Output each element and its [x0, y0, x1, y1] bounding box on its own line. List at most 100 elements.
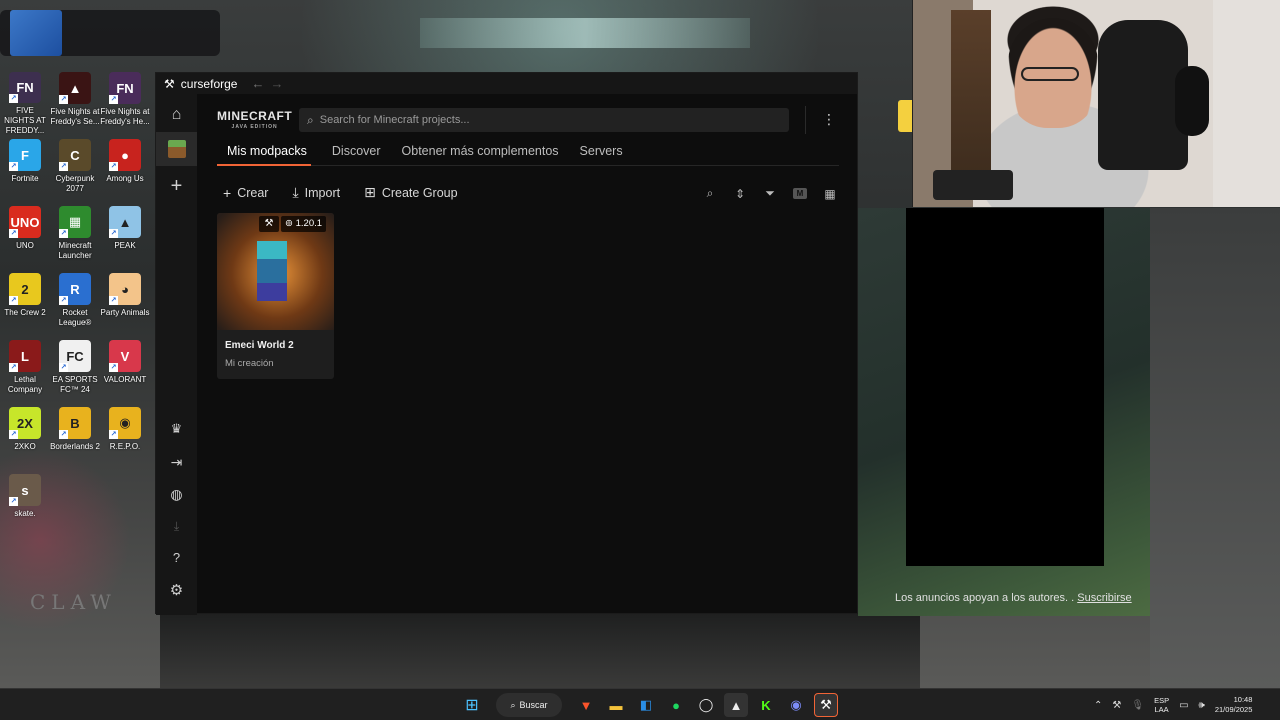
- taskbar-search[interactable]: ⌕ Buscar: [496, 693, 562, 717]
- desktop-icon[interactable]: UNO ↗ UNO: [0, 202, 50, 269]
- desktop-icon[interactable]: 2 ↗ The Crew 2: [0, 269, 50, 336]
- spotify-icon[interactable]: ●: [664, 693, 688, 717]
- app-icon: FN ↗: [109, 72, 141, 104]
- desktop-icon[interactable]: F ↗ Fortnite: [0, 135, 50, 202]
- tab-mis-modpacks[interactable]: Mis modpacks: [217, 139, 311, 166]
- desktop-icon-label: The Crew 2: [4, 308, 46, 317]
- login-icon[interactable]: ⇥: [156, 445, 197, 479]
- network-icon[interactable]: ▭: [1179, 700, 1188, 711]
- curseforge-window: ⚒ curseforge ← → ⌂ + ♛ ⇥ ◍ ⤓ ? ⚙ MINECRA…: [155, 72, 858, 615]
- discord-icon[interactable]: ◉: [784, 693, 808, 717]
- curseforge-taskbar-icon[interactable]: ⚒: [814, 693, 838, 717]
- app-glyph: V: [120, 348, 130, 364]
- desktop-icon[interactable]: ▲ ↗ PEAK: [100, 202, 150, 269]
- create-group-button[interactable]: ⊞ Create Group: [364, 184, 457, 201]
- desktop-icon-label: Five Nights at Freddy's He...: [100, 107, 150, 126]
- desktop-icons: FN ↗ FIVE NIGHTS AT FREDDY... ▲ ↗ Five Nights…: [0, 68, 152, 537]
- tab-discover[interactable]: Discover: [332, 139, 381, 166]
- desktop-icon-label: Five Nights at Freddy's Se...: [50, 107, 100, 126]
- curseforge-tray-icon[interactable]: ⚒: [1112, 700, 1121, 711]
- create-label: Crear: [237, 185, 269, 200]
- app-icon: s ↗: [9, 474, 41, 506]
- whatsapp-icon[interactable]: ◯: [694, 693, 718, 717]
- desktop-icon[interactable]: ● ↗ Among Us: [100, 135, 150, 202]
- back-arrow-icon[interactable]: ←: [251, 76, 264, 91]
- crown-icon[interactable]: ♛: [156, 412, 197, 446]
- filter-icon[interactable]: ⏷: [763, 186, 777, 201]
- desktop-icon[interactable]: ▦ ↗ Minecraft Launcher: [50, 202, 100, 269]
- grid-view-icon[interactable]: ▦: [823, 187, 837, 201]
- desktop-icon[interactable]: ▲ ↗ Five Nights at Freddy's Se...: [50, 68, 100, 135]
- app-glyph: 2: [21, 281, 29, 297]
- import-button[interactable]: ⤓ Import: [292, 184, 340, 201]
- app-icon: ● ↗: [109, 139, 141, 171]
- desktop-icon[interactable]: FN ↗ Five Nights at Freddy's He...: [100, 68, 150, 135]
- ad-footer: Los anuncios apoyan a los autores. . Sus…: [895, 592, 1132, 604]
- subscribe-link[interactable]: Suscribirse: [1077, 592, 1131, 604]
- download-icon[interactable]: ⤓: [156, 509, 197, 543]
- app-glyph: ▲: [68, 80, 82, 96]
- desktop-icon-label: UNO: [16, 241, 34, 250]
- forward-arrow-icon[interactable]: →: [270, 76, 283, 91]
- windows-start-icon[interactable]: ⊞: [460, 693, 484, 717]
- gamepad-icon: ⊚: [285, 218, 296, 229]
- search-bar[interactable]: ⌕: [299, 108, 789, 132]
- taskbar: ⊞ ⌕ Buscar ▼ ▬ ◧ ● ◯ ▲ K ◉ ⚒ ⌃ ⚒ 🎙︎ ESP …: [0, 688, 1280, 720]
- language-indicator[interactable]: ESP LAA: [1154, 696, 1169, 714]
- desktop-icon-label: PEAK: [114, 241, 136, 250]
- modpack-card[interactable]: ⚒ ⊚ 1.20.1 Emeci World 2 Mi creación: [217, 213, 334, 379]
- create-button[interactable]: + Crear: [223, 185, 268, 201]
- top-notification[interactable]: [0, 10, 220, 56]
- chevron-up-icon[interactable]: ⌃: [1094, 700, 1102, 711]
- desktop-icon-label: R.E.P.O.: [109, 442, 141, 451]
- desktop-icon[interactable]: ◕ ↗ Party Animals: [100, 269, 150, 336]
- view-size-badge[interactable]: M: [793, 188, 807, 199]
- shortcut-arrow-icon: ↗: [9, 363, 18, 372]
- clock[interactable]: 10:48 21/09/2025: [1215, 695, 1253, 715]
- desktop-icon[interactable]: FN ↗ FIVE NIGHTS AT FREDDY...: [0, 68, 50, 135]
- desktop-icon[interactable]: C ↗ Cyberpunk 2077: [50, 135, 100, 202]
- desktop-icon[interactable]: V ↗ VALORANT: [100, 336, 150, 403]
- group-icon: ⊞: [364, 184, 376, 200]
- tab-obtener-complementos[interactable]: Obtener más complementos: [402, 139, 559, 166]
- modpack-toolbar: + Crear ⤓ Import ⊞ Create Group: [223, 184, 458, 201]
- desktop-icon[interactable]: FC ↗ EA SPORTS FC™ 24: [50, 336, 100, 403]
- desktop-icon[interactable]: s ↗ skate.: [0, 470, 50, 537]
- home-icon[interactable]: ⌂: [156, 98, 197, 132]
- shortcut-arrow-icon: ↗: [9, 497, 18, 506]
- desktop-icon-label: Fortnite: [11, 174, 39, 183]
- sidebar-item-minecraft[interactable]: [156, 132, 197, 166]
- desktop-icon-label: EA SPORTS FC™ 24: [52, 375, 98, 394]
- app-triangle-icon[interactable]: ▲: [724, 693, 748, 717]
- shortcut-arrow-icon: ↗: [59, 296, 68, 305]
- settings-gear-icon[interactable]: ⚙: [156, 573, 197, 607]
- more-options-icon[interactable]: ⋮: [822, 111, 836, 128]
- app-glyph: ◉: [119, 415, 131, 430]
- desktop-icon[interactable]: R ↗ Rocket League®: [50, 269, 100, 336]
- desktop-icon[interactable]: ◉ ↗ R.E.P.O.: [100, 403, 150, 470]
- search-input[interactable]: [319, 114, 760, 126]
- search-icon: ⌕: [510, 699, 516, 710]
- add-game-icon[interactable]: +: [156, 169, 197, 203]
- search-icon[interactable]: ⌕: [703, 186, 717, 201]
- desktop-icon[interactable]: B ↗ Borderlands 2: [50, 403, 100, 470]
- outlook-icon[interactable]: ◧: [634, 693, 658, 717]
- app-glyph: ◕: [121, 281, 129, 297]
- desktop-icon[interactable]: L ↗ Lethal Company: [0, 336, 50, 403]
- tab-servers[interactable]: Servers: [580, 139, 623, 166]
- shortcut-arrow-icon: ↗: [9, 162, 18, 171]
- desktop-icon[interactable]: 2X ↗ 2XKO: [0, 403, 50, 470]
- help-icon[interactable]: ?: [156, 540, 197, 574]
- volume-icon[interactable]: 🕪︎: [1199, 700, 1205, 711]
- kick-icon[interactable]: K: [754, 693, 778, 717]
- yellow-side-tab[interactable]: [898, 100, 912, 132]
- file-explorer-icon[interactable]: ▬: [604, 693, 628, 717]
- sort-icon[interactable]: ⇕: [733, 187, 747, 201]
- shortcut-arrow-icon: ↗: [59, 95, 68, 104]
- brave-browser-icon[interactable]: ▼: [574, 693, 598, 717]
- globe-icon[interactable]: ◍: [156, 477, 197, 511]
- microphone-icon[interactable]: 🎙︎: [1131, 700, 1144, 711]
- clock-time: 10:48: [1233, 695, 1253, 704]
- desktop-icon-label: FIVE NIGHTS AT FREDDY...: [4, 105, 46, 135]
- import-icon: ⤓: [292, 184, 299, 200]
